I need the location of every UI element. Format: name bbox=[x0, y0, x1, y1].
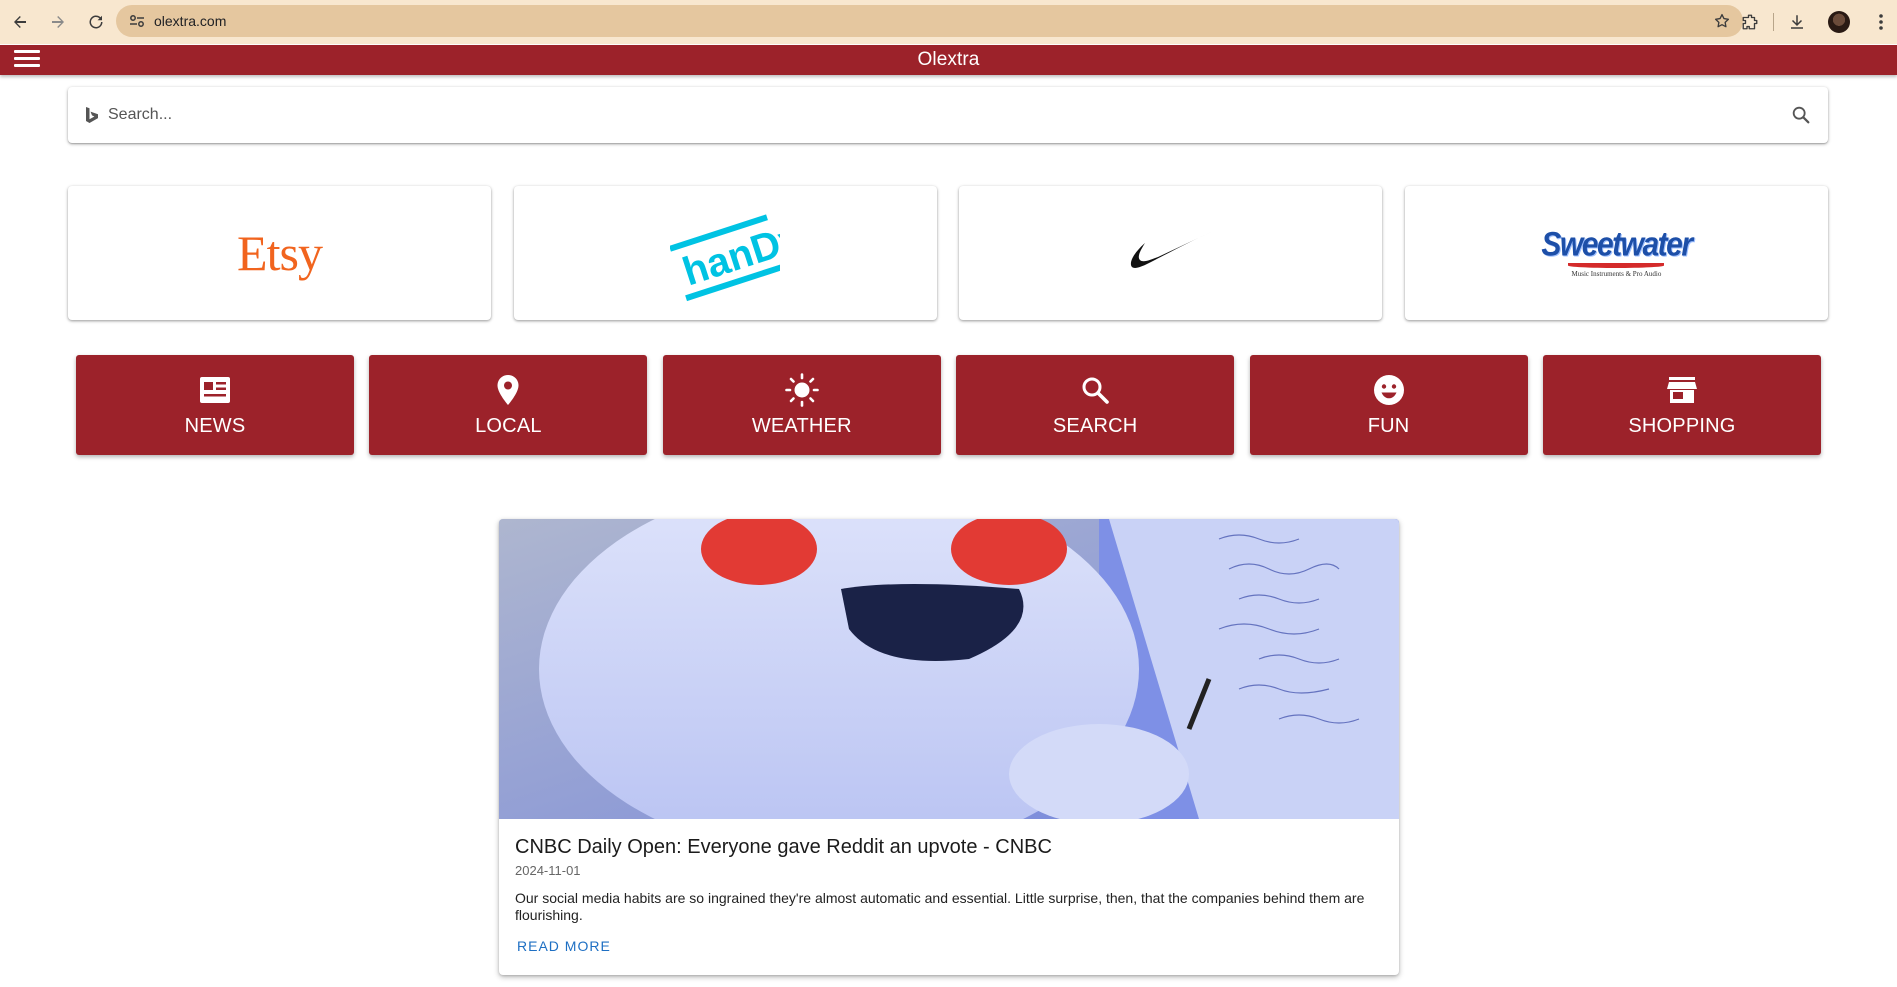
category-local-label: LOCAL bbox=[475, 414, 542, 437]
category-local-button[interactable]: LOCAL bbox=[369, 355, 648, 455]
category-fun-button[interactable]: FUN bbox=[1249, 355, 1528, 455]
category-search-button[interactable]: SEARCH bbox=[956, 355, 1235, 455]
sun-icon bbox=[784, 372, 819, 407]
category-news-label: NEWS bbox=[184, 414, 246, 437]
app-header: Olextra bbox=[0, 45, 1897, 75]
site-info-icon[interactable] bbox=[128, 12, 146, 30]
news-description: Our social media habits are so ingrained… bbox=[515, 890, 1365, 923]
news-card: CNBC Daily Open: Everyone gave Reddit an… bbox=[499, 519, 1399, 975]
category-shopping-button[interactable]: SHOPPING bbox=[1542, 355, 1821, 455]
category-weather-button[interactable]: WEATHER bbox=[662, 355, 941, 455]
category-fun-label: FUN bbox=[1367, 414, 1410, 437]
more-icon[interactable] bbox=[1869, 10, 1893, 34]
brand-tile-nike[interactable] bbox=[959, 186, 1383, 320]
newspaper-icon bbox=[198, 373, 232, 407]
smiley-icon bbox=[1372, 373, 1406, 407]
category-buttons: NEWS LOCAL WEATHER SEARCH FUN SHOPPING bbox=[76, 355, 1821, 455]
back-icon[interactable] bbox=[8, 10, 32, 34]
sweetwater-logo-text: Sweetwater bbox=[1541, 225, 1693, 264]
search-icon bbox=[1078, 373, 1112, 407]
search-bar bbox=[68, 87, 1828, 143]
sweetwater-tagline: Music Instruments & Pro Audio bbox=[1571, 270, 1662, 278]
category-weather-label: WEATHER bbox=[751, 414, 852, 437]
news-headline[interactable]: CNBC Daily Open: Everyone gave Reddit an… bbox=[515, 836, 1383, 859]
app-title: Olextra bbox=[917, 49, 980, 70]
brand-shortcuts: Etsy hanDy Sweetwater Music Instruments … bbox=[68, 186, 1828, 320]
brand-tile-etsy[interactable]: Etsy bbox=[68, 186, 491, 320]
location-pin-icon bbox=[491, 373, 525, 407]
nike-swoosh-logo bbox=[1130, 232, 1211, 268]
toolbar-divider bbox=[1773, 13, 1774, 31]
bing-logo-icon bbox=[86, 107, 98, 123]
handy-logo: hanDy bbox=[670, 214, 781, 302]
browser-toolbar: olextra.com bbox=[0, 0, 1897, 44]
search-icon[interactable] bbox=[1790, 104, 1812, 126]
category-news-button[interactable]: NEWS bbox=[76, 355, 354, 455]
category-search-label: SEARCH bbox=[1052, 414, 1138, 437]
reload-icon[interactable] bbox=[84, 10, 108, 34]
extensions-icon[interactable] bbox=[1738, 10, 1762, 34]
profile-avatar[interactable] bbox=[1827, 10, 1851, 34]
brand-tile-handy[interactable]: hanDy bbox=[513, 186, 937, 320]
forward-icon[interactable] bbox=[46, 10, 70, 34]
etsy-logo: Etsy bbox=[237, 225, 323, 281]
search-input[interactable] bbox=[108, 106, 1708, 124]
url-text: olextra.com bbox=[154, 13, 227, 29]
category-shopping-label: SHOPPING bbox=[1628, 414, 1736, 437]
storefront-icon bbox=[1665, 373, 1699, 407]
address-bar[interactable]: olextra.com bbox=[116, 5, 1743, 37]
sweetwater-logo: Sweetwater Music Instruments & Pro Audio bbox=[1541, 225, 1693, 278]
brand-tile-sweetwater[interactable]: Sweetwater Music Instruments & Pro Audio bbox=[1404, 186, 1828, 320]
news-image[interactable] bbox=[499, 519, 1399, 819]
read-more-link[interactable]: READ MORE bbox=[517, 938, 611, 954]
news-date: 2024-11-01 bbox=[515, 863, 581, 878]
download-icon[interactable] bbox=[1785, 10, 1809, 34]
